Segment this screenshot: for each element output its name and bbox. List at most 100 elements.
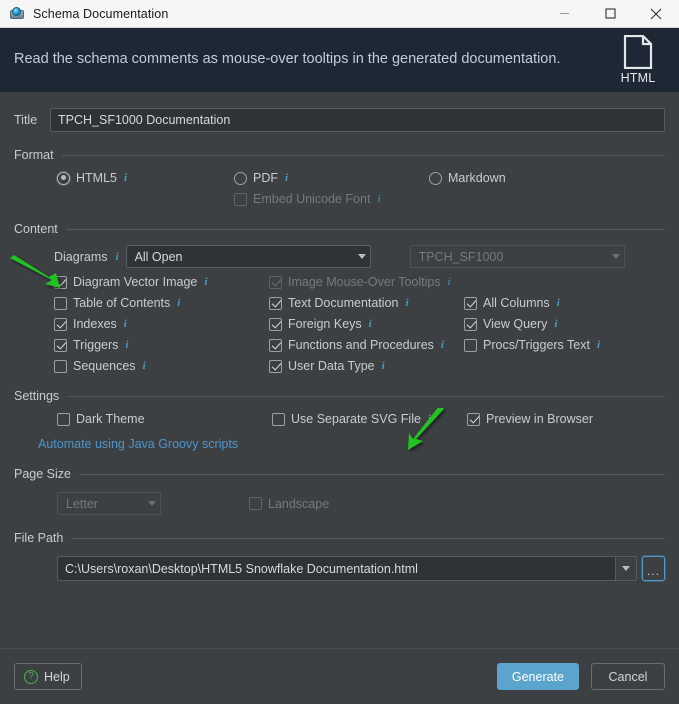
automate-groovy-link[interactable]: Automate using Java Groovy scripts xyxy=(14,437,238,451)
info-icon[interactable]: i xyxy=(116,251,119,263)
checkbox-foreign-keys[interactable]: Foreign Keys i xyxy=(269,317,464,331)
info-icon[interactable]: i xyxy=(124,172,127,184)
radio-markdown-label: Markdown xyxy=(448,171,506,185)
file-path-row: C:\Users\roxan\Desktop\HTML5 Snowflake D… xyxy=(14,556,665,581)
page-size-row: Letter Landscape xyxy=(14,492,665,515)
checkbox-text-documentation[interactable]: Text Documentation i xyxy=(269,296,464,310)
generate-button[interactable]: Generate xyxy=(496,663,579,690)
info-icon[interactable]: i xyxy=(124,318,127,330)
checkbox-all-columns-label: All Columns xyxy=(483,296,550,310)
checkbox-indexes-box xyxy=(54,317,67,331)
info-icon[interactable]: i xyxy=(554,318,557,330)
page-size-group-label: Page Size xyxy=(14,467,71,481)
browse-button[interactable]: ... xyxy=(642,556,665,581)
checkbox-image-mouse-over-tooltips-box xyxy=(269,275,282,289)
info-icon[interactable]: i xyxy=(597,339,600,351)
schema-select: TPCH_SF1000 xyxy=(409,245,625,268)
checkbox-view-query-box xyxy=(464,317,477,331)
page-size-select-value: Letter xyxy=(66,496,98,511)
radio-html5[interactable]: HTML5 i xyxy=(57,171,234,185)
info-icon[interactable]: i xyxy=(382,360,385,372)
page-size-group-rule xyxy=(78,473,665,475)
info-icon[interactable]: i xyxy=(143,360,146,372)
radio-html5-indicator xyxy=(57,171,70,185)
question-mark-icon: ? xyxy=(24,669,38,684)
help-button[interactable]: ? Help xyxy=(14,663,82,690)
checkbox-table-of-contents[interactable]: Table of Contents i xyxy=(54,296,269,310)
checkbox-image-mouse-over-tooltips: Image Mouse-Over Tooltips i xyxy=(269,275,464,289)
checkbox-diagram-vector-image-label: Diagram Vector Image xyxy=(73,275,198,289)
window-title: Schema Documentation xyxy=(33,6,169,21)
checkbox-user-data-type[interactable]: User Data Type i xyxy=(269,359,464,373)
checkbox-preview-in-browser-box xyxy=(467,412,480,426)
format-group-header: Format xyxy=(14,148,665,162)
file-path-history-button[interactable] xyxy=(615,556,637,581)
settings-group-rule xyxy=(67,395,665,397)
file-path-input[interactable]: C:\Users\roxan\Desktop\HTML5 Snowflake D… xyxy=(57,556,615,581)
content-group-label: Content xyxy=(14,222,58,236)
cancel-button[interactable]: Cancel xyxy=(591,663,665,690)
diagrams-label: Diagrams xyxy=(54,249,108,264)
info-icon[interactable]: i xyxy=(557,297,560,309)
html-icon-label: HTML xyxy=(620,71,656,85)
radio-markdown-indicator xyxy=(429,171,442,185)
radio-pdf[interactable]: PDF i xyxy=(234,171,429,185)
file-path-group-header: File Path xyxy=(14,531,665,545)
info-icon[interactable]: i xyxy=(125,339,128,351)
minimize-button[interactable] xyxy=(541,0,587,28)
checkbox-triggers-label: Triggers xyxy=(73,338,119,352)
checkbox-foreign-keys-label: Foreign Keys xyxy=(288,317,362,331)
checkbox-embed-unicode-font: Embed Unicode Font i xyxy=(234,192,429,206)
title-field-row: Title TPCH_SF1000 Documentation xyxy=(14,108,665,132)
schema-select-value: TPCH_SF1000 xyxy=(418,249,504,264)
checkbox-image-mouse-over-tooltips-label: Image Mouse-Over Tooltips xyxy=(288,275,441,289)
checkbox-preview-in-browser-label: Preview in Browser xyxy=(486,412,593,426)
checkbox-all-columns[interactable]: All Columns i xyxy=(464,296,665,310)
info-icon[interactable]: i xyxy=(285,172,288,184)
checkbox-sequences[interactable]: Sequences i xyxy=(54,359,269,373)
maximize-button[interactable] xyxy=(587,0,633,28)
spacer-cell xyxy=(464,275,665,289)
checkbox-triggers[interactable]: Triggers i xyxy=(54,338,269,352)
checkbox-preview-in-browser[interactable]: Preview in Browser xyxy=(467,412,665,426)
checkbox-dark-theme[interactable]: Dark Theme xyxy=(57,412,272,426)
checkbox-view-query[interactable]: View Query i xyxy=(464,317,665,331)
checkbox-procs-triggers-text-box xyxy=(464,338,477,352)
checkbox-functions-and-procedures[interactable]: Functions and Procedures i xyxy=(269,338,464,352)
info-icon[interactable]: i xyxy=(405,297,408,309)
radio-markdown[interactable]: Markdown xyxy=(429,171,665,185)
dialog-footer: ? Help Generate Cancel xyxy=(0,648,679,704)
chevron-down-icon xyxy=(622,566,630,571)
checkbox-diagram-vector-image[interactable]: Diagram Vector Image i xyxy=(54,275,269,289)
close-button[interactable] xyxy=(633,0,679,28)
info-icon[interactable]: i xyxy=(204,276,207,288)
chevron-down-icon xyxy=(148,501,156,506)
html-document-icon: HTML xyxy=(615,35,661,85)
checkbox-all-columns-box xyxy=(464,296,477,310)
info-icon[interactable]: i xyxy=(441,339,444,351)
title-input[interactable]: TPCH_SF1000 Documentation xyxy=(50,108,665,132)
title-label: Title xyxy=(14,113,38,127)
radio-pdf-indicator xyxy=(234,171,247,185)
spacer-cell xyxy=(464,359,665,373)
checkbox-user-data-type-box xyxy=(269,359,282,373)
dialog-body: Title TPCH_SF1000 Documentation Format H… xyxy=(0,92,679,648)
checkbox-foreign-keys-box xyxy=(269,317,282,331)
checkbox-dark-theme-box xyxy=(57,412,70,426)
diagrams-select[interactable]: All Open xyxy=(125,245,371,268)
checkbox-use-separate-svg-file[interactable]: Use Separate SVG File i xyxy=(272,412,467,426)
settings-group-label: Settings xyxy=(14,389,60,403)
checkbox-procs-triggers-text[interactable]: Procs/Triggers Text i xyxy=(464,338,665,352)
info-icon[interactable]: i xyxy=(177,297,180,309)
info-icon[interactable]: i xyxy=(369,318,372,330)
format-group-label: Format xyxy=(14,148,54,162)
page-size-group-header: Page Size xyxy=(14,467,665,481)
checkbox-indexes-label: Indexes xyxy=(73,317,117,331)
format-group-rule xyxy=(61,154,665,156)
checkbox-indexes[interactable]: Indexes i xyxy=(54,317,269,331)
info-icon[interactable]: i xyxy=(428,413,431,425)
checkbox-table-of-contents-box xyxy=(54,296,67,310)
format-options: HTML5 i PDF i Markdown Embed Unicode Fon… xyxy=(14,171,665,206)
content-checkboxes: Diagram Vector Image i Image Mouse-Over … xyxy=(14,275,665,373)
checkbox-embed-unicode-font-label: Embed Unicode Font xyxy=(253,192,371,206)
